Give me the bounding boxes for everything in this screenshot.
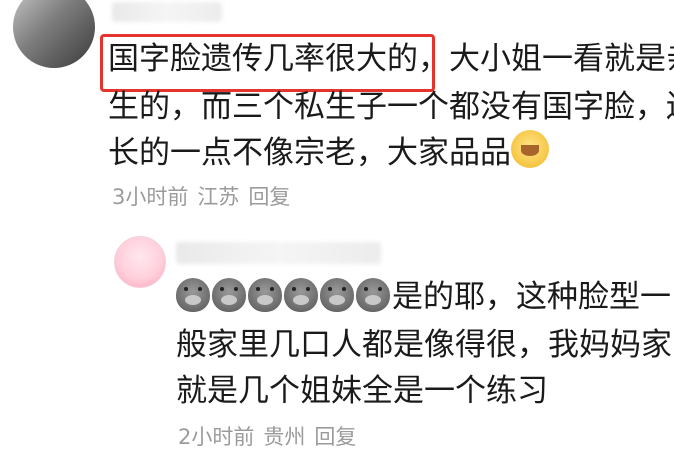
reply-line-1: 是的耶，这种脸型一	[176, 274, 671, 321]
comment-meta: 3小时前 江苏 回复	[112, 181, 299, 211]
comment-line-3-text: 长的一点不像宗老，大家品品	[108, 135, 511, 171]
pig-icon	[320, 278, 354, 312]
pig-icon	[356, 278, 390, 312]
reply-meta: 2小时前 贵州 回复	[178, 421, 365, 451]
reply-location: 贵州	[263, 425, 306, 449]
commenter-avatar[interactable]	[13, 0, 95, 68]
comment-line-1: 国字脸遗传几率很大的，大小姐一看就是亲	[108, 36, 674, 83]
comment-line-2: 生的，而三个私生子一个都没有国字脸，还	[108, 89, 674, 125]
username-blurred[interactable]	[112, 2, 222, 22]
highlighted-text: 国字脸遗传几率很大的，	[108, 41, 449, 77]
pig-icon	[212, 278, 246, 312]
reply-reply-button[interactable]: 回复	[314, 425, 356, 449]
comment-line-3: 长的一点不像宗老，大家品品	[108, 130, 551, 177]
gold-smile-icon	[511, 130, 549, 168]
reply-time: 2小时前	[178, 425, 255, 449]
comment-text-rest: 大小姐一看就是亲	[449, 41, 674, 77]
reply-username-blurred[interactable]	[176, 242, 381, 264]
pig-icon	[284, 278, 318, 312]
comment-time: 3小时前	[112, 185, 189, 209]
reply-avatar[interactable]	[114, 236, 166, 288]
pig-icon	[248, 278, 282, 312]
reply-line-1-text: 是的耶，这种脸型一	[392, 279, 671, 315]
reply-line-3: 就是几个姐妹全是一个练习	[176, 373, 548, 409]
comment-location: 江苏	[197, 185, 240, 209]
reply-button[interactable]: 回复	[248, 185, 290, 209]
reply-line-2: 般家里几口人都是像得很，我妈妈家	[176, 327, 672, 363]
pig-icon	[176, 278, 210, 312]
